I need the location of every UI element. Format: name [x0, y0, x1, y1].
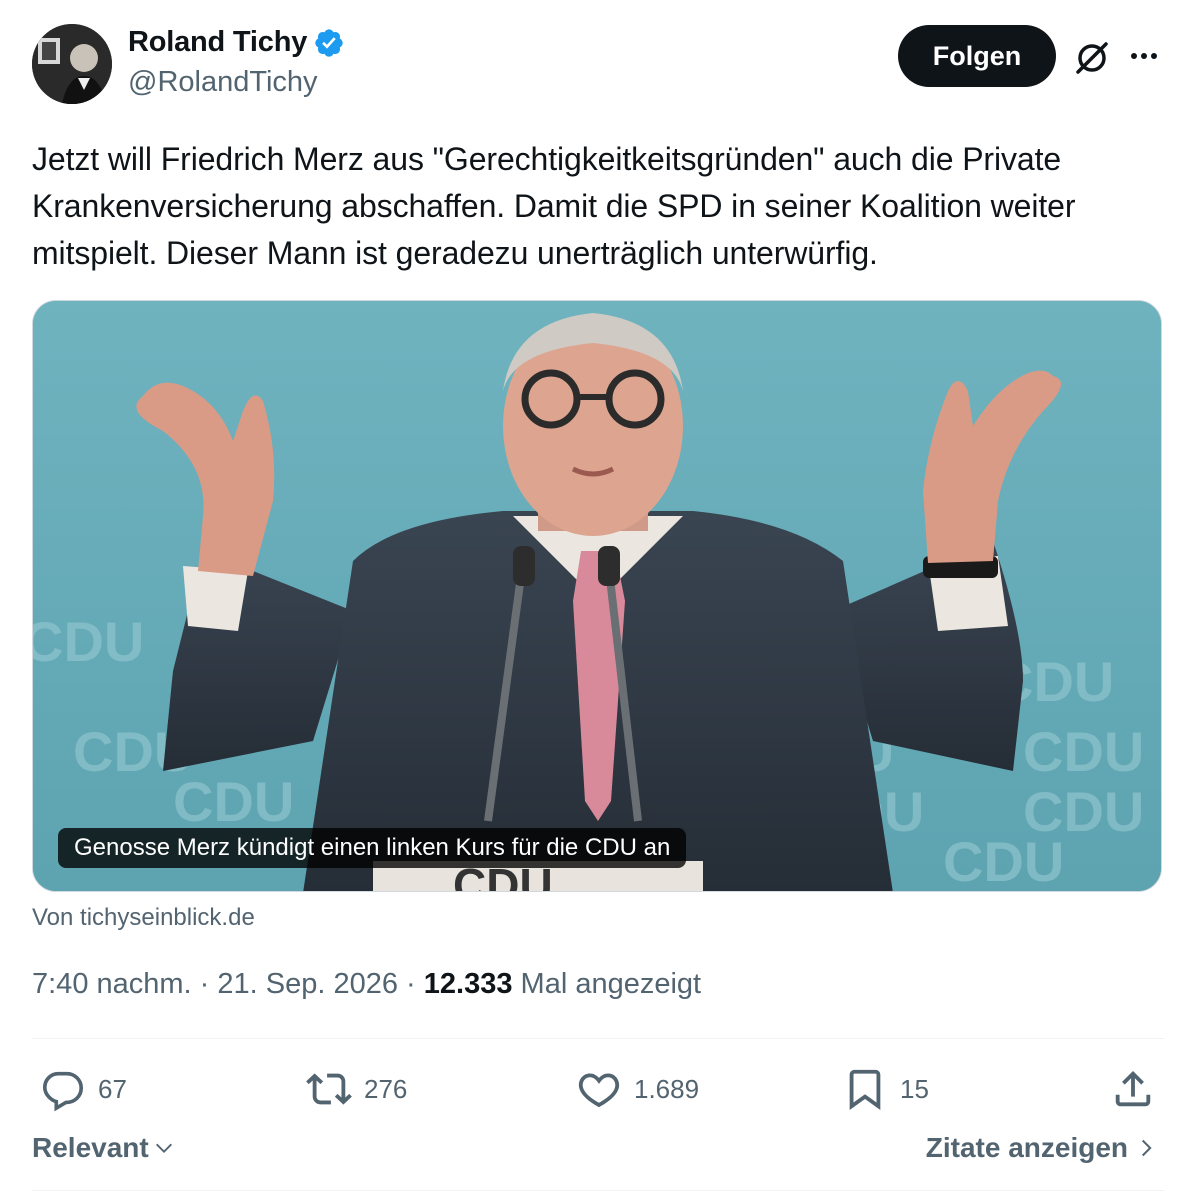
avatar[interactable]	[32, 24, 112, 104]
bookmark-count: 15	[900, 1073, 929, 1104]
bookmark-button[interactable]: 15	[842, 1064, 929, 1114]
backdrop-logo: CDU	[943, 830, 1064, 892]
more-options-icon[interactable]	[1122, 36, 1166, 80]
follow-button[interactable]: Folgen	[898, 25, 1056, 87]
backdrop-logo: CDU	[1023, 720, 1144, 783]
author-name[interactable]: Roland Tichy	[128, 26, 345, 59]
author-handle[interactable]: @RolandTichy	[128, 66, 318, 99]
media-image[interactable]: CDU CDU CDU CDU CDU CDU CDU CDU CDU	[33, 301, 1162, 892]
media-source[interactable]: Von tichyseinblick.de	[32, 904, 255, 932]
repost-icon	[306, 1073, 352, 1105]
view-label: Mal angezeigt	[520, 968, 702, 1000]
reply-icon	[42, 1071, 84, 1112]
quotes-label: Zitate anzeigen	[925, 1132, 1128, 1163]
reply-count: 67	[98, 1073, 127, 1104]
backdrop-logo: CDU	[173, 770, 294, 833]
media-card[interactable]: CDU CDU CDU CDU CDU CDU CDU CDU CDU	[32, 300, 1162, 892]
media-caption: Genosse Merz kündigt einen linken Kurs f…	[58, 828, 687, 868]
bookmark-icon	[849, 1069, 881, 1110]
tweet-time[interactable]: 7:40 nachm.	[32, 968, 192, 1000]
chevron-down-icon	[155, 1143, 172, 1153]
reply-button[interactable]: 67	[40, 1064, 127, 1114]
like-count: 1.689	[634, 1073, 700, 1104]
view-quotes-link[interactable]: Zitate anzeigen	[926, 1132, 1156, 1164]
verified-badge-icon	[315, 28, 343, 57]
author-name-text[interactable]: Roland Tichy	[128, 26, 307, 59]
like-button[interactable]: 1.689	[576, 1064, 699, 1114]
heart-icon	[578, 1073, 620, 1108]
tweet-text: Jetzt will Friedrich Merz aus "Gerechtig…	[32, 141, 1076, 271]
tweet-meta: 7:40 nachm. · 21. Sep. 2026 · 12.333 Mal…	[32, 968, 702, 1000]
share-button[interactable]	[1110, 1064, 1156, 1114]
sort-label: Relevant	[32, 1132, 149, 1163]
repost-button[interactable]: 276	[306, 1064, 407, 1114]
repost-count: 276	[364, 1073, 408, 1104]
sort-dropdown[interactable]: Relevant	[32, 1132, 175, 1164]
chevron-right-icon	[1141, 1139, 1152, 1157]
share-icon	[1115, 1070, 1151, 1107]
grok-icon[interactable]	[1070, 36, 1114, 80]
divider	[32, 1038, 1164, 1039]
backdrop-logo: CDU	[33, 610, 144, 673]
view-count: 12.333	[423, 968, 513, 1000]
divider	[32, 1190, 1164, 1191]
tweet-date[interactable]: 21. Sep. 2026	[217, 968, 398, 1000]
